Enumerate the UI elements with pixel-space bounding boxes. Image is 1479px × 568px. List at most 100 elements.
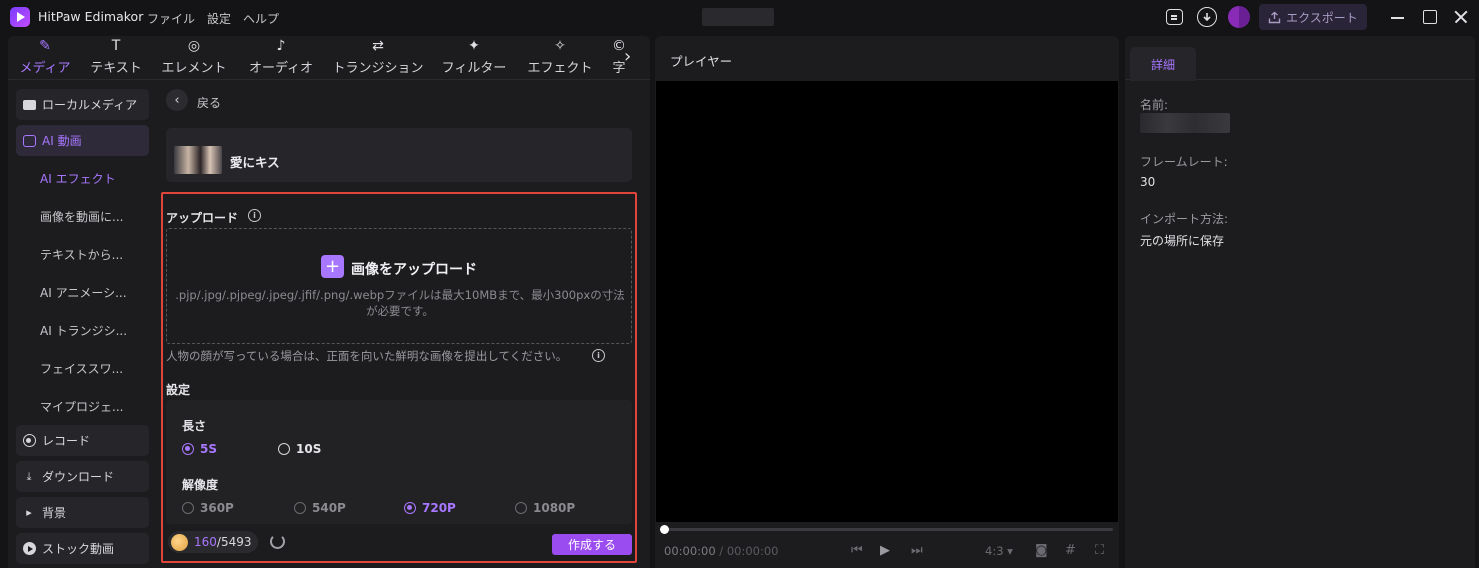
effect-title: 愛にキス (230, 155, 280, 170)
name-label: 名前: (1140, 98, 1169, 112)
video-preview[interactable] (656, 81, 1118, 522)
minimize-button[interactable] (1389, 8, 1407, 26)
player-panel: プレイヤー 00:00:00 / 00:00:00 ⏮ ▶ ⏭ 4:3 ▾ ◙ … (655, 36, 1119, 568)
export-label: エクスポート (1286, 10, 1358, 25)
tab-audio[interactable]: ♪ オーディオ (245, 36, 317, 80)
timecode: 00:00:00 / 00:00:00 (664, 544, 779, 558)
arrow-down-icon (1203, 13, 1211, 22)
media-panel: ✎ メディア T テキスト ◎ エレメント ♪ オーディオ ⇄ トランジション … (8, 36, 650, 568)
sidebar-item-label: ダウンロード (42, 470, 115, 484)
sidebar-sub-ai-effect[interactable]: AI エフェクト (40, 170, 116, 187)
filter-icon: ✦ (468, 38, 480, 54)
sidebar-item-background[interactable]: ▸ 背景 (16, 497, 149, 528)
caret-right-icon: ▸ (26, 506, 32, 519)
folder-icon (22, 99, 36, 110)
play-icon[interactable]: ▶ (880, 543, 890, 558)
download-icon: ⤓ (26, 469, 32, 483)
back-label[interactable]: 戻る (197, 94, 221, 111)
sidebar-sub-my-projects[interactable]: マイプロジェ... (40, 398, 123, 415)
play-circle-icon (22, 542, 36, 555)
total-time: 00:00:00 (726, 544, 779, 558)
sidebar-item-ai-video[interactable]: AI 動画 (16, 125, 149, 156)
tab-effect[interactable]: ✧ エフェクト (524, 36, 596, 80)
tab-label: エフェクト (527, 61, 593, 76)
tab-transition[interactable]: ⇄ トランジション (330, 36, 426, 80)
sidebar-sub-text-to-video[interactable]: テキストから... (40, 246, 123, 263)
tab-label: メディア (19, 61, 71, 76)
sidebar-item-label: ローカルメディア (42, 98, 138, 112)
menu-settings[interactable]: 設定 (207, 10, 231, 27)
transition-icon: ⇄ (372, 38, 384, 54)
avatar[interactable] (1228, 6, 1250, 28)
highlight-frame (161, 192, 637, 563)
element-icon: ◎ (187, 38, 201, 54)
tab-bar: ✎ メディア T テキスト ◎ エレメント ♪ オーディオ ⇄ トランジション … (8, 36, 650, 80)
tab-text[interactable]: T テキスト (88, 36, 144, 80)
scrubber-handle[interactable] (660, 525, 669, 534)
tab-media[interactable]: ✎ メディア (17, 36, 73, 80)
import-method-label: インポート方法: (1140, 212, 1229, 226)
snapshot-icon[interactable]: ◙ (1035, 543, 1048, 558)
tab-label: テキスト (90, 61, 142, 76)
details-header: 詳細 (1125, 36, 1475, 81)
player-title: プレイヤー (670, 54, 733, 69)
export-icon (1268, 11, 1281, 23)
playback-scrubber[interactable] (665, 528, 1113, 531)
sidebar-sub-ai-animation[interactable]: AI アニメーシ... (40, 284, 127, 301)
sidebar-item-label: 背景 (42, 506, 67, 520)
feedback-icon[interactable] (1166, 9, 1183, 25)
time-separator: / (715, 544, 727, 558)
framerate-value: 30 (1140, 175, 1156, 189)
export-button[interactable]: エクスポート (1259, 4, 1367, 30)
title-bar: HitPaw Edimakor ファイル 設定 ヘルプ エクスポート (0, 0, 1479, 34)
tab-element[interactable]: ◎ エレメント (158, 36, 230, 80)
sidebar-sub-image-to-video[interactable]: 画像を動画に... (40, 208, 123, 225)
tab-label: エレメント (161, 61, 227, 76)
chevron-down-icon: ▾ (1007, 544, 1013, 558)
tab-filter[interactable]: ✦ フィルター (440, 36, 508, 80)
effect-card: 愛にキス (166, 128, 632, 182)
sidebar-sub-ai-transition[interactable]: AI トランジシ... (40, 322, 127, 339)
crop-icon[interactable]: # (1065, 543, 1076, 558)
menu-file[interactable]: ファイル (147, 10, 195, 27)
tab-details[interactable]: 詳細 (1130, 47, 1196, 81)
record-icon (22, 434, 36, 447)
back-button[interactable]: ‹ (166, 89, 188, 111)
sidebar-item-local-media[interactable]: ローカルメディア (16, 89, 149, 120)
sidebar-item-label: AI 動画 (42, 134, 82, 148)
fullscreen-icon[interactable]: ⛶ (1095, 543, 1104, 558)
aspect-ratio-value: 4:3 (985, 544, 1004, 558)
aspect-ratio-select[interactable]: 4:3 ▾ (985, 544, 1013, 558)
chevron-right-icon[interactable]: › (624, 46, 631, 67)
current-time: 00:00:00 (664, 544, 716, 558)
tab-label: フィルター (441, 61, 507, 76)
next-frame-icon[interactable]: ⏭ (911, 543, 923, 558)
sidebar-item-record[interactable]: レコード (16, 425, 149, 456)
import-method-value: 元の場所に保存 (1140, 234, 1225, 248)
previous-frame-icon[interactable]: ⏮ (851, 543, 863, 558)
sidebar: ローカルメディア AI 動画 AI エフェクト 画像を動画に... テキストから… (8, 80, 156, 568)
download-icon[interactable] (1197, 7, 1217, 27)
sidebar-item-label: ストック動画 (42, 542, 115, 556)
media-icon: ✎ (39, 38, 51, 54)
sidebar-item-stock-video[interactable]: ストック動画 (16, 533, 149, 564)
sidebar-item-download[interactable]: ⤓ ダウンロード (16, 461, 149, 492)
sidebar-sub-face-swap[interactable]: フェイススワ... (40, 360, 123, 377)
effect-thumbnail (174, 146, 222, 174)
tab-label: オーディオ (248, 61, 314, 76)
maximize-button[interactable] (1421, 8, 1439, 26)
name-value-redacted (1140, 113, 1230, 133)
chevron-left-icon: ‹ (174, 92, 180, 108)
close-button[interactable] (1452, 8, 1470, 26)
menu-help[interactable]: ヘルプ (243, 10, 279, 27)
framerate-label: フレームレート: (1140, 155, 1228, 169)
audio-icon: ♪ (276, 38, 286, 54)
app-title: HitPaw Edimakor (38, 9, 144, 24)
tab-label: トランジション (332, 61, 424, 76)
ai-video-icon (22, 134, 36, 147)
details-panel: 詳細 名前: フレームレート: 30 インポート方法: 元の場所に保存 (1125, 36, 1475, 568)
sidebar-item-label: レコード (42, 434, 91, 448)
effect-icon: ✧ (554, 38, 566, 54)
app-logo-icon (10, 7, 30, 27)
text-icon: T (111, 38, 121, 54)
